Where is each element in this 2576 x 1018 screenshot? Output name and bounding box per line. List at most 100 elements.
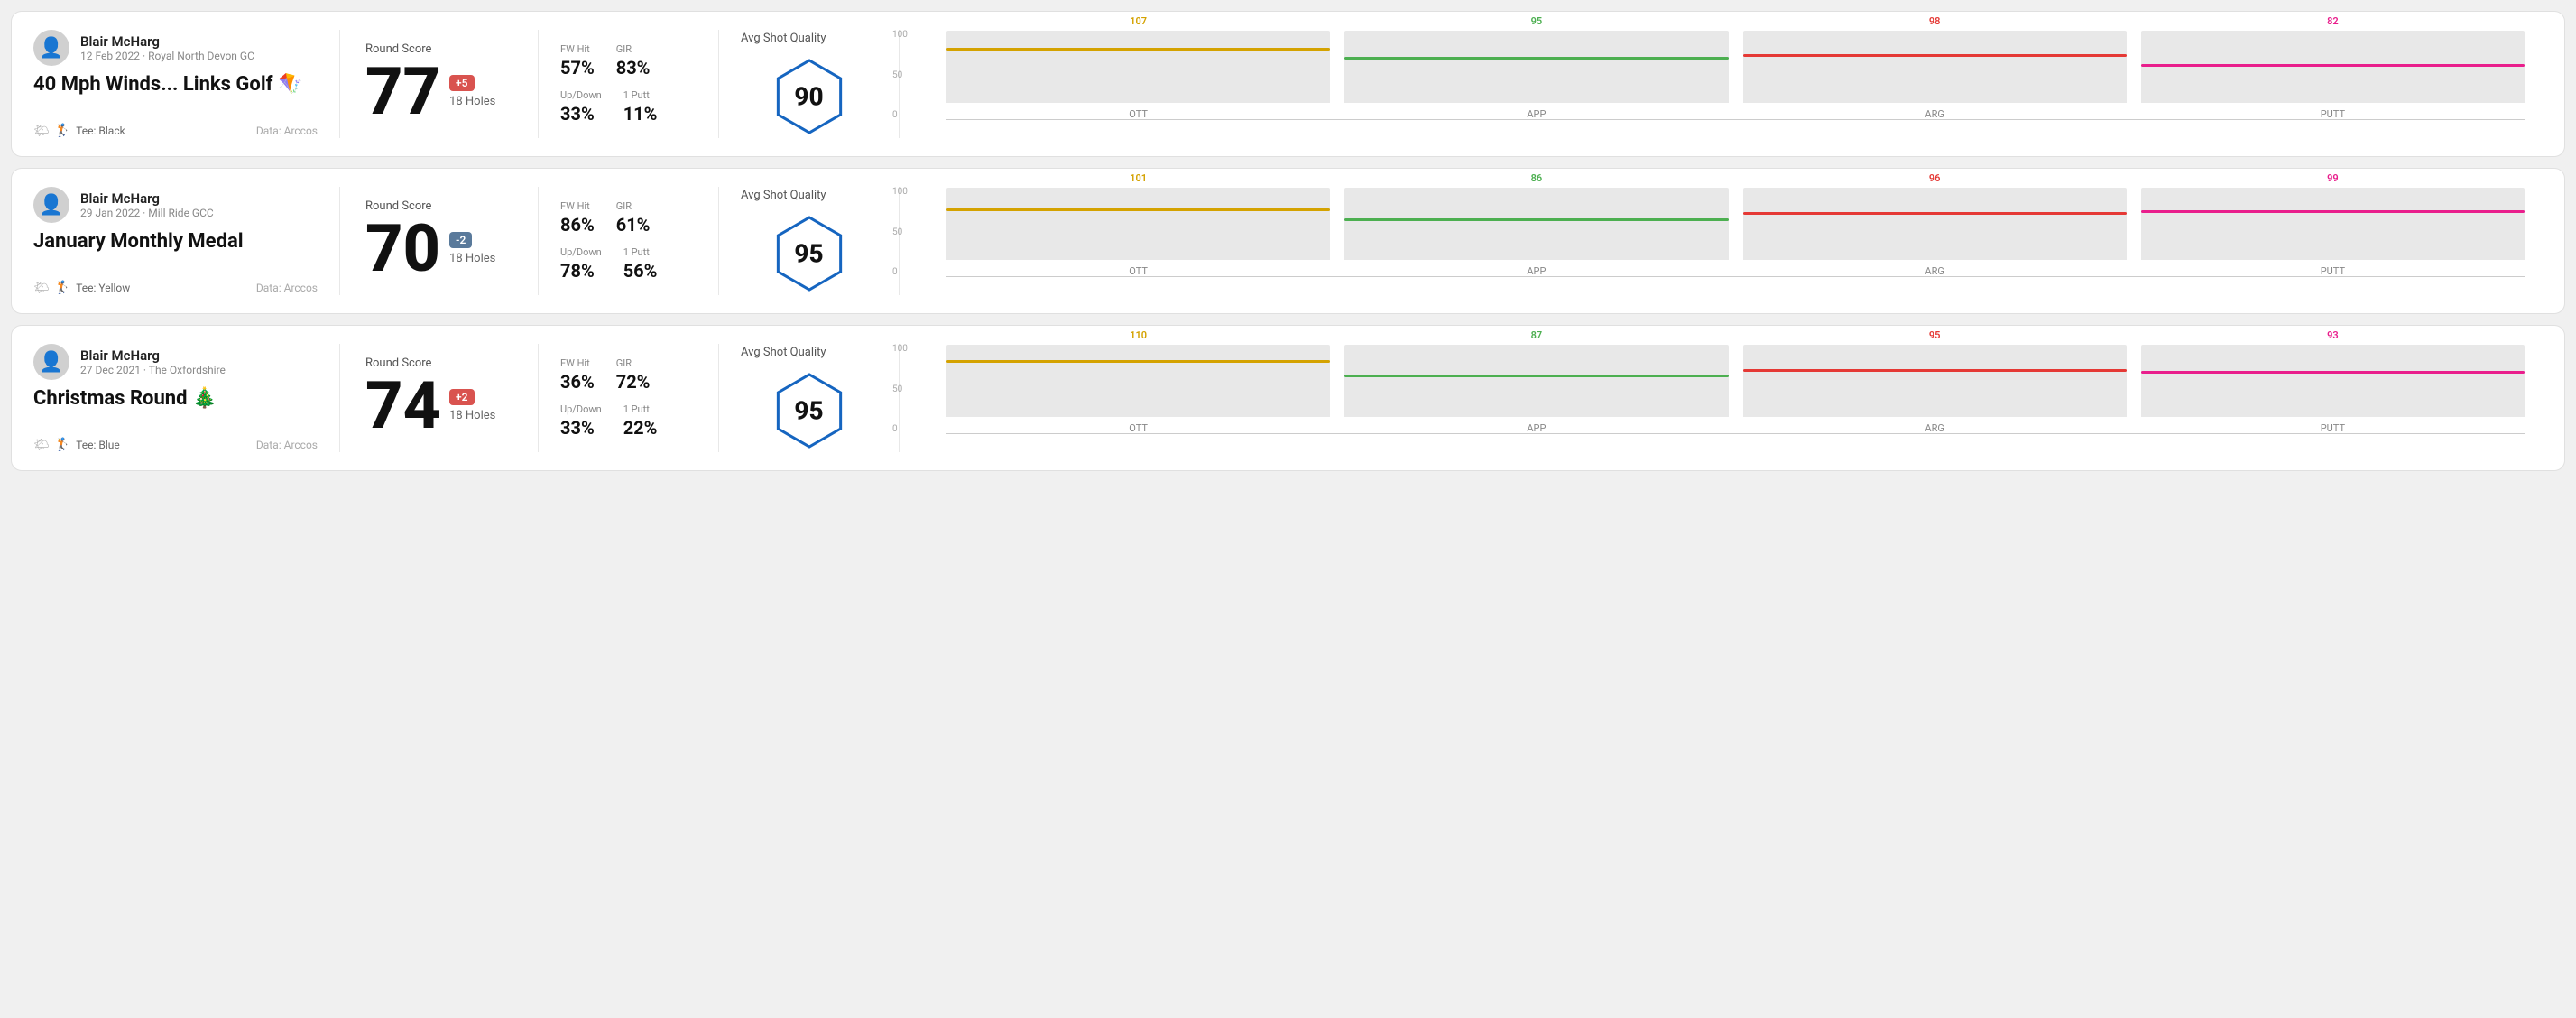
stats-row-top: FW Hit 36% GIR 72%: [560, 357, 697, 393]
score-badge-area: -2 18 Holes: [449, 232, 495, 265]
user-name: Blair McHarg: [80, 347, 226, 364]
y-label-0: 0: [892, 267, 908, 277]
stats-row-top: FW Hit 86% GIR 61%: [560, 200, 697, 236]
card-chart: 100 50 0 110 OTT 87 APP: [900, 344, 2543, 452]
holes-label: 18 Holes: [449, 252, 495, 265]
stat-fw-hit: FW Hit 86%: [560, 200, 595, 236]
bar-value-label: 110: [1130, 329, 1147, 341]
bar-background: [1743, 345, 2127, 417]
round-title: 40 Mph Winds... Links Golf 🪁: [33, 73, 318, 96]
card-quality: Avg Shot Quality 95: [719, 344, 900, 452]
tee-label: Tee: Yellow: [76, 282, 130, 294]
bar-fill: [1344, 221, 1728, 260]
score-number: 77: [365, 60, 440, 125]
stat-gir-value: 72%: [616, 371, 651, 393]
y-label-0: 0: [892, 110, 908, 120]
bar-line: [2141, 210, 2525, 213]
card-chart: 100 50 0 107 OTT 95 APP: [900, 30, 2543, 138]
weather-icon: 🌤: [33, 281, 50, 295]
stat-fw-hit: FW Hit 36%: [560, 357, 595, 393]
chart-column: 96 ARG: [1743, 172, 2127, 277]
stat-oneputt: 1 Putt 11%: [623, 89, 658, 125]
round-title: January Monthly Medal: [33, 230, 318, 253]
data-source: Data: Arccos: [256, 439, 318, 451]
stat-oneputt-label: 1 Putt: [623, 246, 658, 258]
bar-background: [1344, 345, 1728, 417]
stat-updown-label: Up/Down: [560, 246, 602, 258]
chart-column: 87 APP: [1344, 329, 1728, 434]
card-stats: FW Hit 86% GIR 61% Up/Down 78% 1 Putt: [539, 187, 719, 295]
chart-y-labels: 100 50 0: [892, 344, 908, 434]
round-card: 👤 Blair McHarg 12 Feb 2022 · Royal North…: [11, 11, 2565, 157]
chart-wrapper: 100 50 0 101 OTT 86 APP: [918, 187, 2525, 295]
chart-column: 95 ARG: [1743, 329, 2127, 434]
score-main: 70 -2 18 Holes: [365, 217, 512, 282]
stat-oneputt: 1 Putt 56%: [623, 246, 658, 282]
bar-value-label: 95: [1929, 329, 1941, 341]
bag-icon: 🏌: [55, 281, 70, 295]
weather-icon: 🌤: [33, 124, 50, 138]
user-icon: 👤: [39, 351, 63, 374]
chart-axis-line: [946, 276, 2525, 277]
card-score: Round Score 70 -2 18 Holes: [340, 187, 539, 295]
stat-gir: GIR 61%: [616, 200, 651, 236]
bar-line: [1344, 218, 1728, 221]
stat-fw-hit-label: FW Hit: [560, 357, 595, 369]
bar-value-label: 96: [1929, 172, 1941, 184]
user-row: 👤 Blair McHarg 27 Dec 2021 · The Oxfords…: [33, 344, 318, 380]
chart-area: 110 OTT 87 APP 95: [946, 344, 2525, 452]
score-badge-area: +5 18 Holes: [449, 75, 495, 108]
stat-updown: Up/Down 33%: [560, 403, 602, 439]
hexagon-container: 95: [769, 370, 850, 451]
data-source: Data: Arccos: [256, 282, 318, 294]
bar-line: [1344, 375, 1728, 377]
holes-label: 18 Holes: [449, 409, 495, 422]
stats-row-bottom: Up/Down 33% 1 Putt 11%: [560, 89, 697, 125]
holes-label: 18 Holes: [449, 95, 495, 108]
chart-wrapper: 100 50 0 110 OTT 87 APP: [918, 344, 2525, 452]
card-left: 👤 Blair McHarg 29 Jan 2022 · Mill Ride G…: [33, 187, 340, 295]
user-info: Blair McHarg 27 Dec 2021 · The Oxfordshi…: [80, 347, 226, 376]
y-label-100: 100: [892, 30, 908, 40]
stat-fw-hit: FW Hit 57%: [560, 43, 595, 79]
bar-value-label: 101: [1130, 172, 1147, 184]
stat-fw-hit-value: 36%: [560, 371, 595, 393]
bar-value-label: 93: [2327, 329, 2339, 341]
hexagon-container: 90: [769, 56, 850, 137]
chart-column: 93 PUTT: [2141, 329, 2525, 434]
avatar: 👤: [33, 30, 69, 66]
stat-updown-label: Up/Down: [560, 403, 602, 415]
bar-fill: [1743, 372, 2127, 417]
user-info: Blair McHarg 29 Jan 2022 · Mill Ride GCC: [80, 190, 214, 219]
bar-line: [946, 208, 1330, 211]
stat-fw-hit-label: FW Hit: [560, 43, 595, 55]
score-badge: +5: [449, 75, 474, 91]
bar-line: [1344, 57, 1728, 60]
tee-info: 🌤 🏌 Tee: Yellow: [33, 281, 130, 295]
stat-updown-label: Up/Down: [560, 89, 602, 101]
card-stats: FW Hit 57% GIR 83% Up/Down 33% 1 Putt: [539, 30, 719, 138]
weather-icon: 🌤: [33, 438, 50, 452]
bar-line: [946, 360, 1330, 363]
bar-background: [1344, 188, 1728, 260]
tee-info: 🌤 🏌 Tee: Blue: [33, 438, 120, 452]
chart-y-labels: 100 50 0: [892, 187, 908, 277]
chart-column: 101 OTT: [946, 172, 1330, 277]
bag-icon: 🏌: [55, 438, 70, 452]
tee-info: 🌤 🏌 Tee: Black: [33, 124, 125, 138]
tee-label: Tee: Black: [76, 125, 125, 137]
bar-background: [2141, 345, 2525, 417]
chart-column: 86 APP: [1344, 172, 1728, 277]
card-score: Round Score 77 +5 18 Holes: [340, 30, 539, 138]
stat-oneputt-value: 22%: [623, 417, 658, 439]
bar-value-label: 82: [2327, 15, 2339, 27]
bar-fill: [1743, 57, 2127, 103]
y-label-100: 100: [892, 344, 908, 354]
bar-fill: [1743, 215, 2127, 260]
round-card: 👤 Blair McHarg 27 Dec 2021 · The Oxfords…: [11, 325, 2565, 471]
quality-score: 95: [794, 238, 823, 268]
score-main: 74 +2 18 Holes: [365, 374, 512, 439]
chart-column: 95 APP: [1344, 15, 1728, 120]
quality-label: Avg Shot Quality: [741, 189, 826, 202]
bar-value-label: 86: [1531, 172, 1543, 184]
